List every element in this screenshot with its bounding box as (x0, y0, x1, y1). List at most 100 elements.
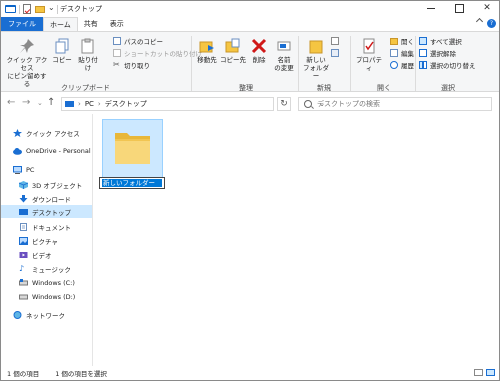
nav-item-music[interactable]: ♪ ミュージック (1, 262, 92, 275)
nav-item-label: 3D オブジェクト (32, 181, 83, 190)
open-button[interactable]: 開く (390, 36, 414, 46)
tab-file[interactable]: ファイル (1, 17, 43, 31)
select-none-button[interactable]: 選択解除 (419, 48, 456, 58)
pin-label-line1: クイック アクセス (6, 56, 48, 72)
easy-access-button[interactable] (331, 48, 342, 58)
nav-item-pictures[interactable]: ピクチャ (1, 234, 92, 247)
nav-item-drive-d[interactable]: Windows (D:) (1, 290, 92, 303)
nav-item-label: デスクトップ (32, 208, 71, 217)
nav-item-drive-c[interactable]: Windows (C:) (1, 276, 92, 289)
tab-view[interactable]: 表示 (104, 17, 130, 31)
search-icon (304, 100, 312, 108)
pin-quick-access-button[interactable]: クイック アクセス にピン留めする (5, 38, 49, 88)
paste-button[interactable]: 貼り付け (76, 38, 100, 72)
rename-button[interactable]: 名前 の変更 (272, 38, 296, 72)
details-view-icon[interactable] (474, 369, 483, 376)
tab-share[interactable]: 共有 (78, 17, 104, 31)
select-none-icon (419, 49, 427, 57)
window-title: デスクトップ (60, 5, 102, 13)
clipboard-group-label: クリップボード (61, 84, 110, 92)
recent-locations-icon[interactable]: ⌄ (37, 97, 43, 109)
navigation-pane: クイック アクセス OneDrive - Personal PC 3D オブジェ… (1, 114, 93, 366)
refresh-icon[interactable]: ↻ (277, 97, 291, 111)
rename-input[interactable] (102, 179, 162, 187)
move-to-button[interactable]: 移動先 (195, 38, 219, 64)
close-button[interactable]: ✕ (477, 1, 497, 15)
nav-item-label: ピクチャ (32, 237, 58, 246)
invert-selection-button[interactable]: 選択の切り替え (419, 60, 476, 70)
nav-item-desktop[interactable]: デスクトップ (1, 205, 92, 218)
invert-selection-label: 選択の切り替え (430, 62, 476, 70)
rename-icon (276, 38, 292, 54)
search-box[interactable]: デスクトップの検索 (298, 97, 492, 111)
nav-item-label: PC (26, 165, 35, 174)
nav-item-label: Windows (D:) (32, 292, 76, 301)
nav-item-onedrive[interactable]: OneDrive - Personal (1, 144, 92, 157)
nav-item-pc[interactable]: PC (1, 163, 92, 176)
drive-icon (19, 293, 28, 301)
forward-arrow-icon[interactable]: → (22, 97, 30, 109)
copy-to-icon (225, 38, 241, 54)
edit-button[interactable]: 編集 (390, 48, 414, 58)
history-button[interactable]: 履歴 (390, 60, 414, 70)
breadcrumb-pc[interactable]: PC (85, 100, 94, 108)
new-group-label: 新規 (317, 84, 331, 92)
copy-path-button[interactable]: パスのコピー (113, 36, 163, 46)
delete-button[interactable]: 削除 (249, 38, 269, 64)
tab-home[interactable]: ホーム (43, 17, 78, 31)
properties-icon (361, 38, 377, 54)
desktop-icon (19, 208, 28, 216)
up-arrow-icon[interactable]: ↑ (47, 97, 55, 109)
nav-item-quick-access[interactable]: クイック アクセス (1, 126, 92, 139)
scissors-icon: ✂ (113, 60, 120, 69)
nav-item-downloads[interactable]: ダウンロード (1, 192, 92, 205)
maximize-button[interactable] (449, 1, 469, 15)
copy-button[interactable]: コピー (52, 38, 72, 64)
delete-label: 削除 (252, 56, 266, 64)
folder-icon[interactable] (114, 127, 151, 165)
title-separator (57, 5, 58, 14)
copy-icon (54, 38, 70, 54)
pc-icon (13, 165, 22, 174)
nav-item-documents[interactable]: ドキュメント (1, 220, 92, 233)
select-none-label: 選択解除 (430, 50, 456, 58)
copy-to-button[interactable]: コピー先 (220, 38, 246, 64)
select-all-icon (419, 37, 427, 45)
cut-button[interactable]: ✂ 切り取り (113, 60, 150, 71)
copy-label: コピー (52, 56, 72, 64)
properties-quick-icon[interactable] (23, 4, 31, 14)
open-group-label: 開く (377, 84, 391, 92)
new-item-button[interactable] (331, 36, 342, 46)
paste-shortcut-button[interactable]: ショートカットの貼り付け (113, 48, 202, 58)
address-row: ← → ⌄ ↑ › PC › デスクトップ ⌄ ↻ デスクトップの検索 (1, 93, 499, 113)
ribbon-tabs: ファイル ホーム 共有 表示 (1, 17, 499, 31)
new-folder-label-line1: 新しい (306, 56, 326, 64)
new-folder-quick-icon[interactable] (35, 6, 45, 13)
copy-path-label: パスのコピー (124, 38, 163, 46)
breadcrumb-desktop[interactable]: デスクトップ (105, 99, 147, 109)
large-icons-view-icon[interactable] (486, 369, 495, 376)
new-folder-button[interactable]: 新しい フォルダー (301, 38, 331, 80)
file-list (94, 114, 499, 366)
address-bar[interactable]: › PC › デスクトップ ⌄ (61, 97, 325, 111)
music-icon: ♪ (19, 263, 25, 273)
breadcrumb-chevron-icon[interactable]: › (98, 100, 101, 108)
paste-shortcut-icon (113, 49, 121, 57)
select-all-button[interactable]: すべて選択 (419, 36, 462, 46)
nav-item-3d-objects[interactable]: 3D オブジェクト (1, 178, 92, 191)
drive-icon (19, 278, 28, 287)
help-icon[interactable]: ? (487, 19, 496, 28)
rename-box (99, 177, 165, 189)
cloud-icon (13, 147, 22, 155)
properties-button[interactable]: プロパティ (353, 38, 385, 72)
collapse-ribbon-icon[interactable] (475, 19, 485, 27)
customize-quick-access-icon[interactable]: ⌄ (48, 3, 55, 12)
group-separator (191, 36, 192, 91)
minimize-button[interactable] (421, 1, 441, 15)
breadcrumb-chevron-icon[interactable]: › (78, 100, 81, 108)
open-icon (390, 37, 398, 45)
nav-item-videos[interactable]: ビデオ (1, 248, 92, 261)
move-to-label: 移動先 (197, 56, 217, 64)
nav-item-network[interactable]: ネットワーク (1, 308, 92, 321)
back-arrow-icon[interactable]: ← (7, 97, 15, 109)
